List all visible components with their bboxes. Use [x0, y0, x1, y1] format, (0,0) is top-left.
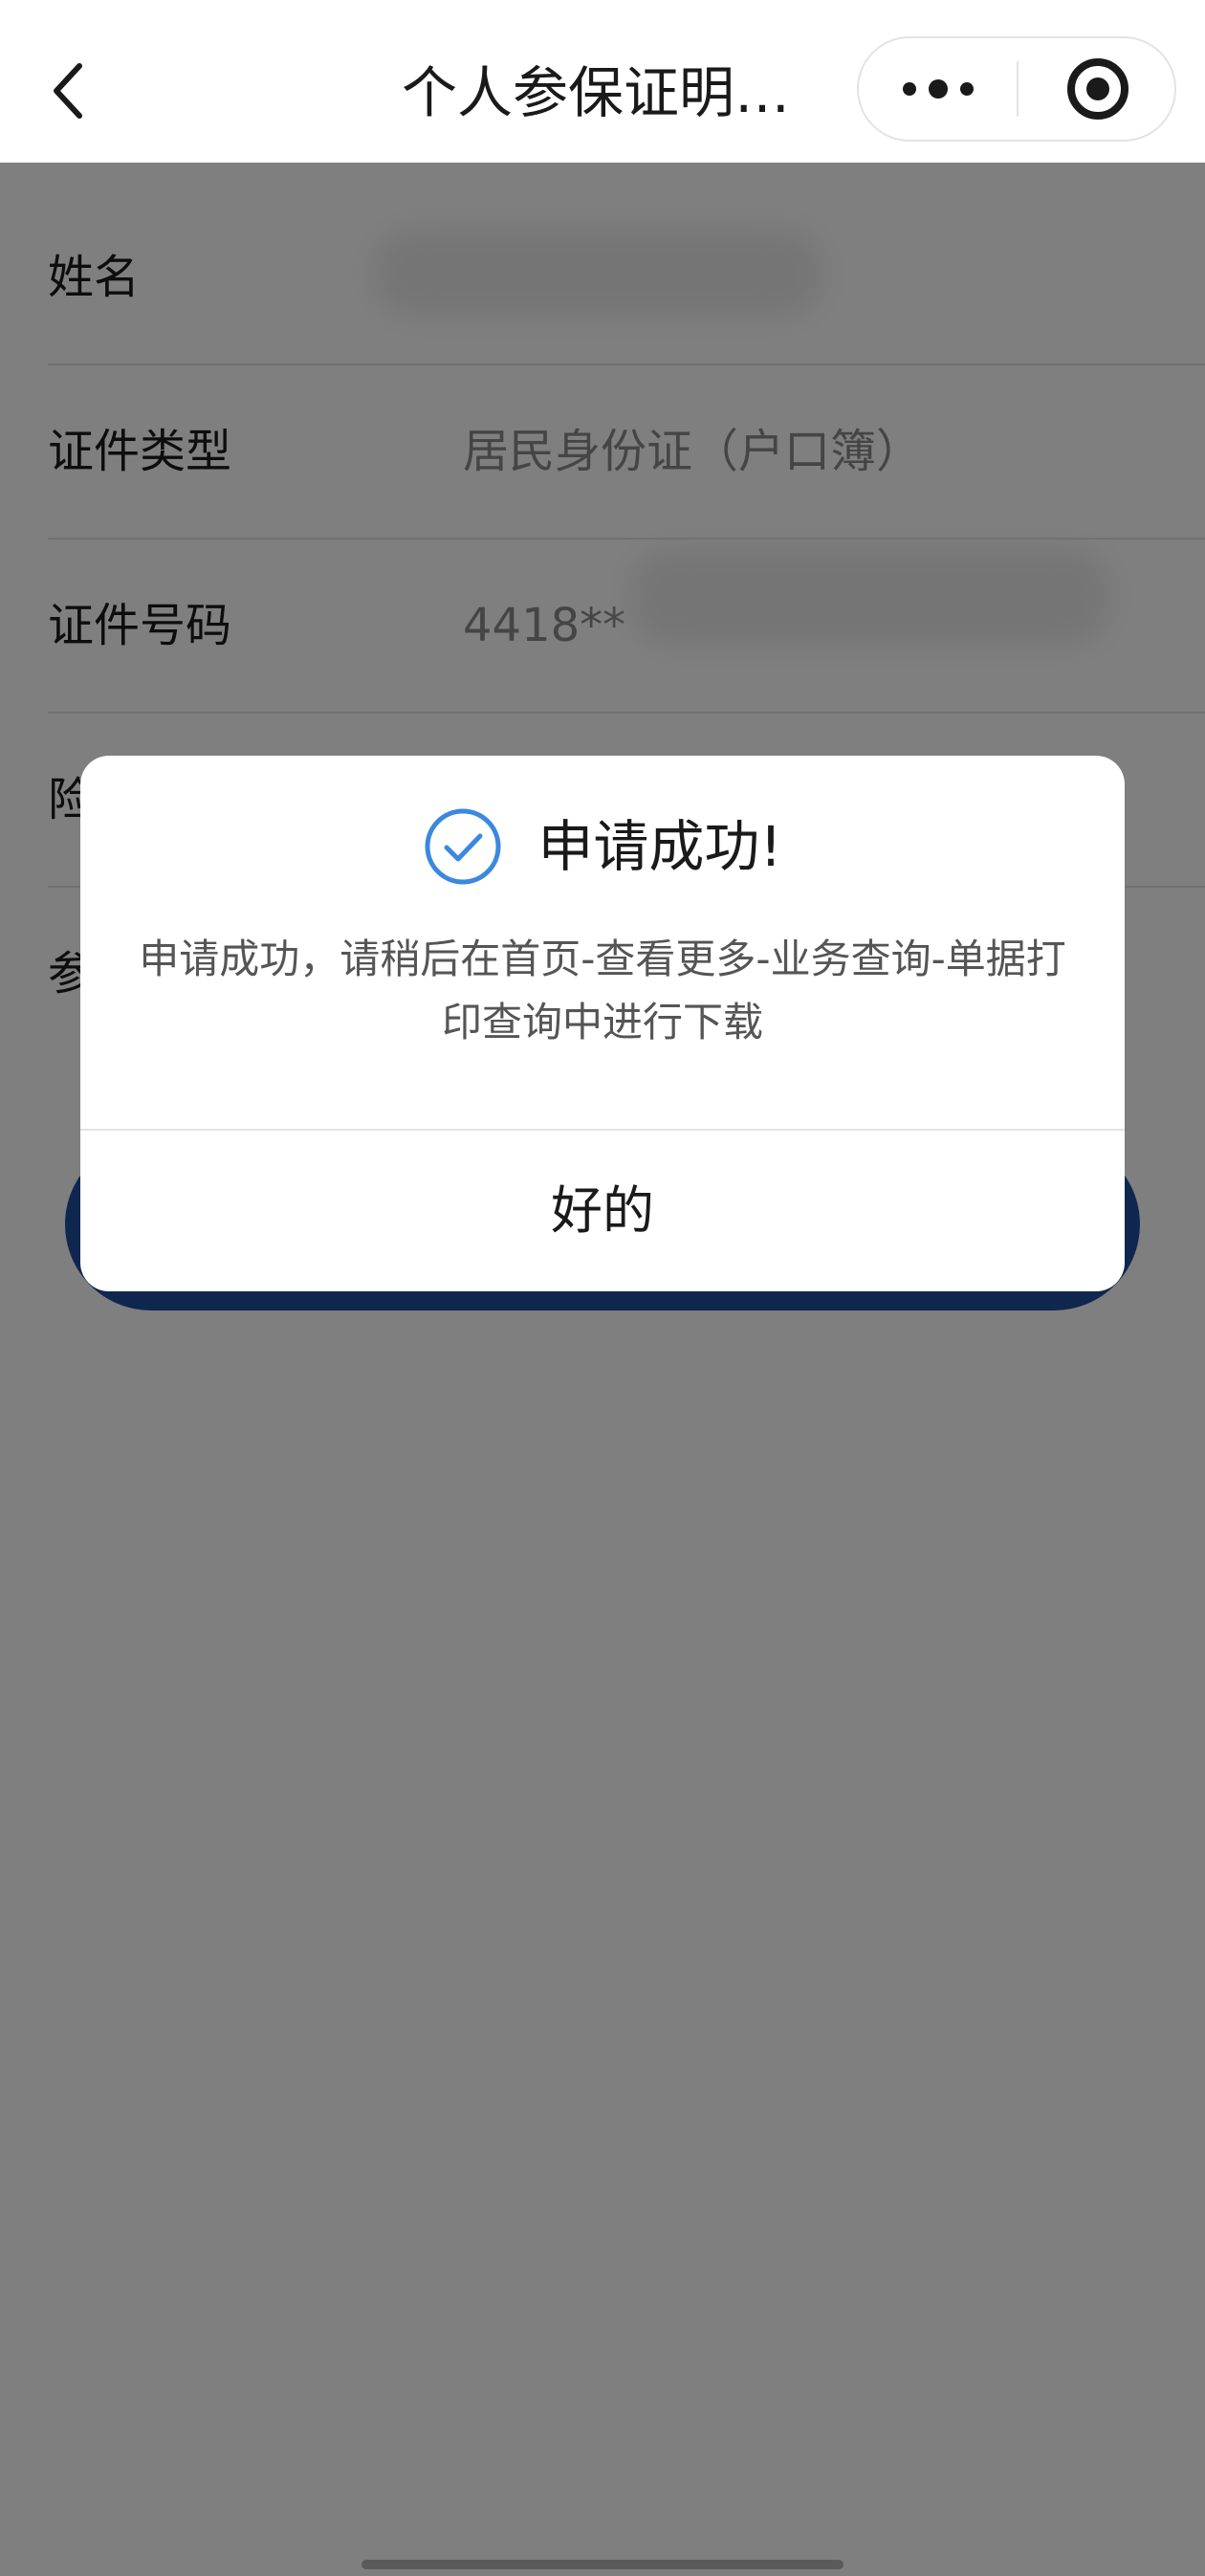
page-title: 个人参保证明…	[402, 60, 791, 125]
confirm-button[interactable]: 好的	[80, 1131, 1125, 1291]
success-dialog: 申请成功! 申请成功，请稍后在首页-查看更多-业务查询-单据打印查询中进行下载 …	[80, 756, 1125, 1291]
target-close-icon	[1066, 58, 1128, 120]
dialog-message: 申请成功，请稍后在首页-查看更多-业务查询-单据打印查询中进行下载	[139, 936, 1066, 1046]
chevron-left-icon	[54, 63, 82, 119]
back-button[interactable]	[34, 48, 101, 134]
check-circle-icon	[425, 808, 501, 885]
dialog-header: 申请成功!	[80, 804, 1125, 890]
home-indicator	[362, 2560, 844, 2569]
modal-overlay[interactable]	[0, 163, 1205, 2576]
close-button[interactable]	[1019, 38, 1176, 140]
more-dots-icon	[902, 79, 974, 99]
more-button[interactable]	[859, 38, 1017, 140]
mini-program-capsule	[857, 36, 1176, 142]
dialog-title: 申请成功!	[537, 814, 782, 879]
nav-bar: 个人参保证明…	[0, 0, 1205, 163]
